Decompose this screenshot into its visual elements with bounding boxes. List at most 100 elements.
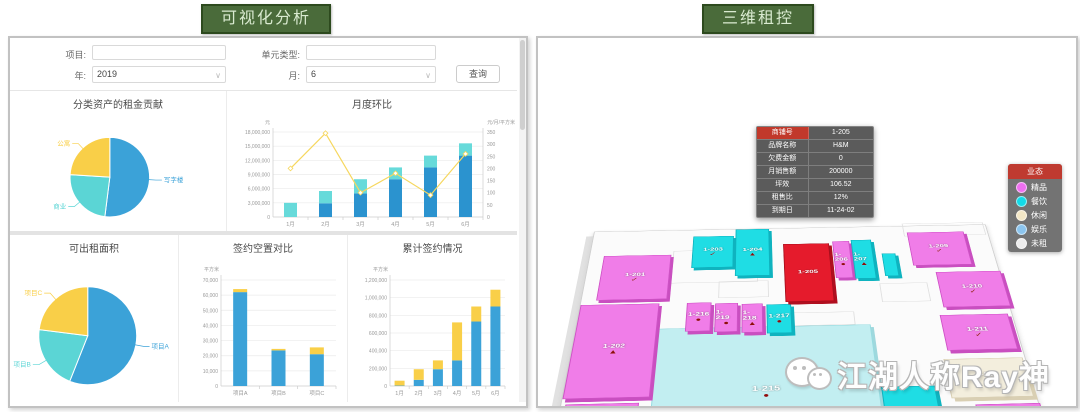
- nike-logo-icon: ✓: [709, 251, 716, 256]
- svg-text:15,000,000: 15,000,000: [245, 144, 270, 150]
- legend-item-休闲[interactable]: 休闲: [1008, 207, 1062, 221]
- unit-type-input[interactable]: [306, 45, 436, 60]
- svg-text:2月: 2月: [414, 390, 423, 397]
- map-unit-1-203[interactable]: 1-203✓: [691, 236, 734, 268]
- svg-text:20,000: 20,000: [203, 354, 219, 360]
- chart-title: 分类资产的租金贡献: [10, 91, 226, 114]
- year-label: 年:: [40, 69, 86, 82]
- signed-vacancy-bar-chart[interactable]: 010,00020,00030,00040,00050,00060,00070,…: [179, 258, 348, 402]
- chevron-down-icon: ∨: [425, 68, 431, 83]
- tooltip-value: 106.52: [809, 179, 873, 191]
- tooltip-row: 商铺号1-205: [757, 127, 873, 140]
- adidas-logo-icon: ▲: [748, 320, 757, 326]
- legend-item-餐饮[interactable]: 餐饮: [1008, 193, 1062, 207]
- legend-item-精品[interactable]: 精品: [1008, 179, 1062, 193]
- legend-item-娱乐[interactable]: 娱乐: [1008, 221, 1062, 235]
- map-unit-1-205[interactable]: 1-205: [783, 243, 835, 302]
- tooltip-label: 品牌名称: [757, 140, 809, 152]
- map-unit-1-207[interactable]: 1-207▲: [851, 240, 877, 279]
- legend-label: 精品: [1031, 183, 1047, 192]
- search-button[interactable]: 查询: [456, 65, 500, 83]
- chart-title: 累计签约情况: [348, 235, 517, 258]
- map-unit-1-210[interactable]: 1-210✓: [936, 271, 1011, 308]
- svg-text:0: 0: [487, 215, 490, 221]
- svg-text:项目C: 项目C: [309, 390, 324, 397]
- legend-label: 休闲: [1031, 211, 1047, 220]
- visual-analysis-badge: 可视化分析: [201, 4, 331, 34]
- puma-logo-icon: ●: [695, 316, 701, 322]
- year-select[interactable]: 2019 ∨: [92, 66, 226, 83]
- adidas-logo-icon: ▲: [859, 261, 868, 267]
- adidas-logo-icon: ▲: [748, 251, 757, 256]
- legend-label: 餐饮: [1031, 197, 1047, 206]
- map-unit-1-202[interactable]: 1-202▲: [562, 303, 659, 399]
- svg-text:4月: 4月: [391, 221, 400, 228]
- tooltip-row: 到期日11-24-02: [757, 205, 873, 217]
- map-unit-1-204[interactable]: 1-204▲: [735, 229, 770, 276]
- svg-text:写字楼: 写字楼: [164, 175, 184, 184]
- cumulative-signing-bar-chart[interactable]: 0200,000400,000600,000800,0001,000,0001,…: [348, 258, 517, 402]
- map-unit-1-201[interactable]: 1-201✓: [596, 255, 671, 301]
- month-select-value: 6: [311, 69, 316, 79]
- svg-text:800,000: 800,000: [369, 313, 387, 319]
- nike-logo-icon: ✓: [974, 331, 984, 337]
- tooltip-value: 11-24-02: [809, 205, 873, 217]
- map-unit-1-219[interactable]: 1-219●: [714, 303, 738, 332]
- corridor-outline: [718, 280, 769, 298]
- legend-color-dot: [1016, 224, 1027, 235]
- scrollbar-thumb[interactable]: [520, 40, 525, 130]
- svg-text:1,200,000: 1,200,000: [365, 278, 387, 284]
- map-unit-1-218[interactable]: 1-218▲: [741, 304, 763, 333]
- rentable-area-pie-chart[interactable]: 项目A项目B项目C: [10, 258, 179, 402]
- svg-text:60,000: 60,000: [203, 293, 219, 299]
- scrollbar[interactable]: [519, 38, 526, 402]
- month-select[interactable]: 6 ∨: [306, 66, 436, 83]
- svg-text:4月: 4月: [453, 390, 462, 397]
- chart-title: 可出租面积: [10, 235, 178, 258]
- project-input[interactable]: [92, 45, 226, 60]
- map-unit-1-213[interactable]: 1-213✓: [975, 403, 1060, 406]
- svg-text:商业: 商业: [53, 202, 67, 211]
- rent-contribution-pie-chart[interactable]: 写字楼商业公寓: [10, 114, 227, 231]
- map-unit[interactable]: [552, 403, 639, 406]
- month-label: 月:: [238, 69, 300, 82]
- wechat-icon: [785, 355, 831, 393]
- svg-text:200,000: 200,000: [369, 366, 387, 372]
- map-unit-1-217[interactable]: 1-217●: [766, 304, 792, 333]
- svg-text:0: 0: [384, 384, 387, 390]
- legend-item-未租[interactable]: 未租: [1008, 235, 1062, 249]
- svg-text:项目B: 项目B: [14, 361, 31, 369]
- svg-text:250: 250: [487, 154, 496, 160]
- svg-text:300: 300: [487, 142, 496, 148]
- puma-logo-icon: ●: [776, 318, 782, 324]
- tooltip-label: 月销售额: [757, 166, 809, 178]
- unit-number-label: 1-206: [834, 252, 851, 262]
- svg-text:0: 0: [215, 384, 218, 390]
- svg-text:1,000,000: 1,000,000: [365, 296, 387, 302]
- svg-text:1月: 1月: [286, 221, 295, 228]
- watermark: 江湖人称Ray神: [785, 352, 1050, 396]
- rent-control-3d-badge: 三维租控: [702, 4, 814, 34]
- tooltip-row: 品牌名称H&M: [757, 140, 873, 153]
- map-unit-1-211[interactable]: 1-211✓: [940, 314, 1018, 351]
- map-unit-1-216[interactable]: 1-216●: [685, 302, 712, 331]
- rent-control-3d-panel: 1-201✓1-202▲1-203✓1-204▲1-2051-206●1-207…: [536, 36, 1078, 408]
- floorplan-3d-view[interactable]: 1-201✓1-202▲1-203✓1-204▲1-2051-206●1-207…: [538, 38, 1076, 406]
- legend-color-dot: [1016, 238, 1027, 249]
- chevron-down-icon: ∨: [215, 68, 221, 83]
- svg-text:50,000: 50,000: [203, 308, 219, 314]
- map-unit[interactable]: [882, 253, 900, 276]
- svg-text:150: 150: [487, 179, 496, 185]
- tooltip-label: 欠费金额: [757, 153, 809, 165]
- monthly-comparison-combo-chart[interactable]: 03,000,0006,000,0009,000,00012,000,00015…: [227, 114, 517, 231]
- watermark-text: 江湖人称Ray神: [837, 352, 1050, 396]
- tooltip-row: 欠费金额0: [757, 153, 873, 166]
- category-legend: 业态 精品餐饮休闲娱乐未租: [1008, 164, 1062, 252]
- map-unit-1-209[interactable]: 1-209✓: [907, 232, 973, 266]
- svg-text:1月: 1月: [395, 390, 404, 397]
- svg-text:600,000: 600,000: [369, 331, 387, 337]
- legend-color-dot: [1016, 196, 1027, 207]
- rent-contribution-card: 分类资产的租金贡献 写字楼商业公寓: [10, 91, 227, 231]
- map-unit-1-206[interactable]: 1-206●: [832, 241, 853, 278]
- tooltip-row: 月销售额200000: [757, 166, 873, 179]
